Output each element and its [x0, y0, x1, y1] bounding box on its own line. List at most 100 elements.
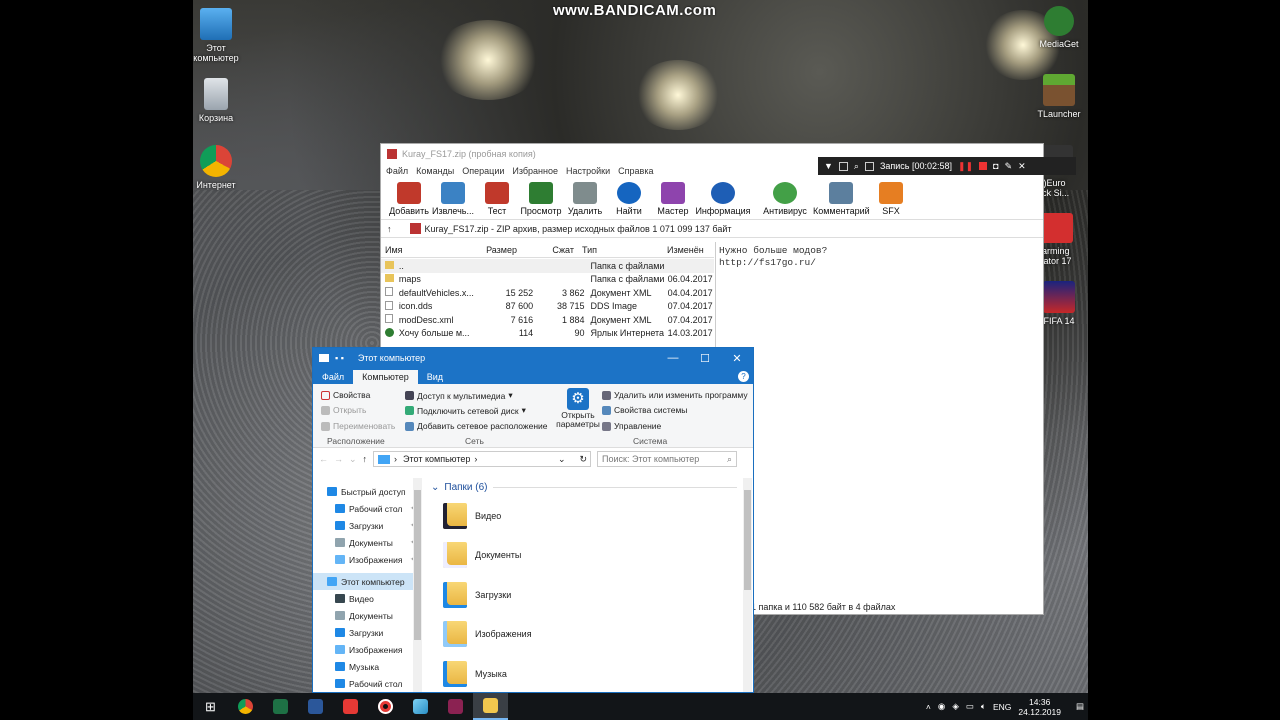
menu-operations[interactable]: Операции	[462, 166, 504, 176]
folder-item[interactable]: Видео	[427, 496, 743, 536]
table-row[interactable]: modDesc.xml 7 616 1 884 Документ XML 07.04.2…	[381, 313, 714, 327]
menu-settings[interactable]: Настройки	[566, 166, 610, 176]
nav-videos[interactable]: Видео	[313, 590, 421, 607]
manage-button[interactable]: Управление	[602, 421, 661, 431]
menu-favorites[interactable]: Избранное	[512, 166, 558, 176]
minimize-button[interactable]: —	[657, 352, 689, 365]
desktop-icon-tlauncher[interactable]: TLauncher	[1024, 74, 1088, 119]
find-button[interactable]: Найти	[607, 182, 651, 219]
up-arrow-icon[interactable]: ↑	[387, 224, 392, 234]
media-access-button[interactable]: Доступ к мультимедиа ▾	[405, 390, 513, 401]
rename-button[interactable]: Переименовать	[321, 421, 395, 431]
record-tray-icon[interactable]: ◉	[938, 701, 945, 712]
chevron-down-icon[interactable]: ⌄	[349, 454, 357, 465]
taskbar-excel[interactable]	[263, 693, 298, 720]
chevron-up-icon[interactable]: ˄	[926, 702, 931, 712]
winrar-path-bar[interactable]: ↑ Kuray_FS17.zip - ZIP архив, размер исх…	[381, 220, 1043, 238]
table-row[interactable]: defaultVehicles.x... 15 252 3 862 Документ …	[381, 286, 714, 300]
chevron-down-icon[interactable]: ⌄	[558, 454, 566, 465]
table-row[interactable]: .. Папка с файлами	[381, 259, 714, 273]
col-packed[interactable]: Сжат	[521, 242, 578, 257]
nav-desktop-2[interactable]: Рабочий стол	[313, 675, 421, 692]
delete-button[interactable]: Удалить	[563, 182, 607, 219]
col-modified[interactable]: Изменён	[663, 242, 713, 257]
taskbar-app[interactable]	[403, 693, 438, 720]
menu-help[interactable]: Справка	[618, 166, 653, 176]
address-bar[interactable]: › Этот компьютер › ⌄ ↻	[373, 451, 592, 467]
language-indicator[interactable]: ENG	[993, 702, 1011, 712]
bandicam-bar[interactable]: ▼ ⌕ Запись [00:02:58] ❚❚ ◘ ✎ ✕	[818, 157, 1076, 175]
tab-view[interactable]: Вид	[418, 370, 452, 384]
nav-music[interactable]: Музыка	[313, 658, 421, 675]
clock[interactable]: 14:36 24.12.2019	[1018, 697, 1061, 717]
camera-icon[interactable]: ◘	[993, 161, 998, 171]
sfx-button[interactable]: SFX	[869, 182, 913, 219]
map-drive-button[interactable]: Подключить сетевой диск ▾	[405, 405, 526, 416]
search-icon[interactable]: ⌕	[854, 161, 859, 172]
add-button[interactable]: Добавить	[387, 182, 431, 219]
nav-documents-2[interactable]: Документы	[313, 607, 421, 624]
close-icon[interactable]: ✕	[1018, 161, 1026, 172]
help-icon[interactable]: ?	[738, 371, 749, 382]
nav-quick-access[interactable]: Быстрый доступ	[313, 483, 421, 500]
taskbar-chrome[interactable]	[228, 693, 263, 720]
close-button[interactable]: ✕	[721, 352, 753, 365]
taskbar-word[interactable]	[298, 693, 333, 720]
desktop-icon-recycle-bin[interactable]: Корзина	[193, 78, 251, 123]
region-icon[interactable]	[864, 161, 874, 171]
folder-item[interactable]: Изображения	[427, 615, 743, 655]
folder-item[interactable]: Загрузки	[427, 575, 743, 615]
uninstall-button[interactable]: Удалить или изменить программу	[602, 390, 748, 400]
desktop-icon-mediaget[interactable]: MediaGet	[1024, 6, 1088, 49]
add-network-location-button[interactable]: Добавить сетевое расположение	[405, 421, 548, 431]
quick-access-toolbar-icon[interactable]: ▪ ▪	[335, 353, 344, 363]
nav-downloads-2[interactable]: Загрузки	[313, 624, 421, 641]
explorer-titlebar[interactable]: ▪ ▪ Этот компьютер — ☐ ✕	[313, 348, 753, 368]
extract-button[interactable]: Извлечь...	[431, 182, 475, 219]
tab-computer[interactable]: Компьютер	[353, 370, 418, 384]
nav-desktop[interactable]: Рабочий стол✦	[313, 500, 421, 517]
antivirus-button[interactable]: Антивирус	[757, 182, 813, 219]
network-icon[interactable]: ▭	[966, 701, 974, 712]
back-icon[interactable]: ←	[319, 454, 328, 464]
col-size[interactable]: Размер	[461, 242, 521, 257]
desktop-icon-chrome[interactable]: Интернет	[193, 145, 251, 190]
test-button[interactable]: Тест	[475, 182, 519, 219]
nav-pictures-2[interactable]: Изображения	[313, 641, 421, 658]
explorer-window[interactable]: ▪ ▪ Этот компьютер — ☐ ✕ Файл Компьютер …	[312, 347, 754, 693]
table-row[interactable]: mapsПапка с файлами06.04.2017 2	[381, 273, 714, 287]
tab-file[interactable]: Файл	[313, 370, 353, 384]
section-header-folders[interactable]: ⌄ Папки (6)	[427, 478, 743, 496]
open-button[interactable]: Открыть	[321, 405, 366, 415]
properties-button[interactable]: Свойства	[321, 390, 370, 400]
pen-icon[interactable]: ✎	[1005, 161, 1013, 172]
nav-scrollbar[interactable]	[413, 478, 422, 692]
content-scrollbar[interactable]	[743, 478, 752, 692]
nav-downloads[interactable]: Загрузки✦	[313, 517, 421, 534]
dropdown-icon[interactable]: ▼	[824, 161, 833, 171]
dropbox-icon[interactable]: ◈	[952, 701, 959, 712]
forward-icon[interactable]: →	[334, 454, 343, 464]
search-input[interactable]: Поиск: Этот компьютер ⌕	[597, 451, 738, 467]
desktop-icon-this-pc[interactable]: Этот компьютер	[193, 8, 251, 63]
system-properties-button[interactable]: Свойства системы	[602, 405, 687, 415]
folder-item[interactable]: Документы	[427, 536, 743, 576]
menu-commands[interactable]: Команды	[416, 166, 454, 176]
start-button[interactable]: ⊞	[193, 693, 228, 720]
taskbar-bandicam[interactable]	[368, 693, 403, 720]
taskbar-yandex[interactable]	[333, 693, 368, 720]
up-arrow-icon[interactable]: ↑	[363, 454, 368, 464]
nav-this-pc[interactable]: Этот компьютер	[313, 573, 421, 590]
table-row[interactable]: icon.dds 87 600 38 715 DDS Image 07.04.2017 …	[381, 300, 714, 314]
taskbar-winrar[interactable]	[438, 693, 473, 720]
volume-icon[interactable]: 🔈︎	[981, 701, 986, 712]
info-button[interactable]: Информация	[695, 182, 751, 219]
nav-documents[interactable]: Документы✦	[313, 534, 421, 551]
wizard-button[interactable]: Мастер	[651, 182, 695, 219]
comment-button[interactable]: Комментарий	[813, 182, 870, 219]
refresh-icon[interactable]: ↻	[580, 454, 588, 465]
folder-item[interactable]: Музыка	[427, 654, 743, 694]
stop-icon[interactable]	[979, 162, 988, 170]
nav-pictures[interactable]: Изображения✦	[313, 551, 421, 568]
pause-icon[interactable]: ❚❚	[958, 161, 973, 172]
